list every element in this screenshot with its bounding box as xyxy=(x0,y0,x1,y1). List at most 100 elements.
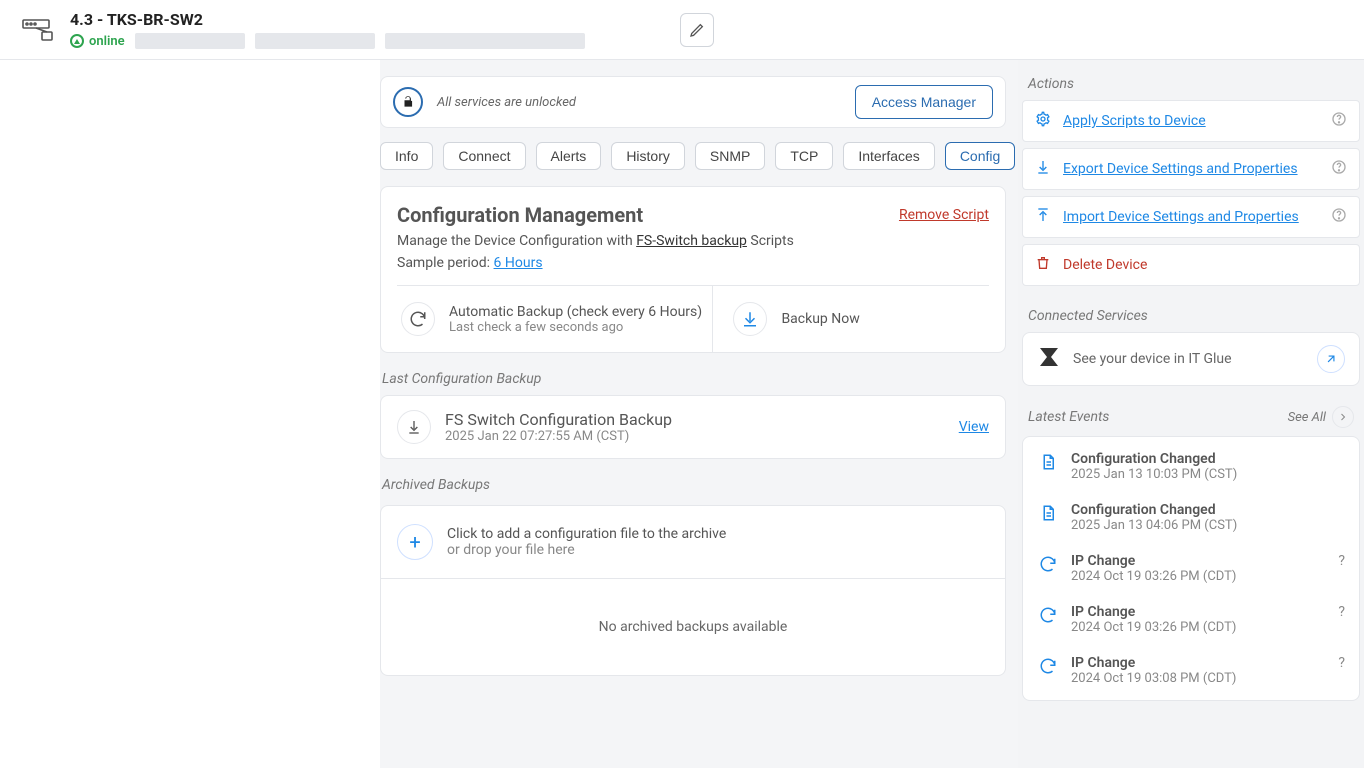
delete-device-button[interactable]: Delete Device xyxy=(1022,244,1360,286)
pencil-icon xyxy=(689,22,705,38)
remove-script-link[interactable]: Remove Script xyxy=(899,207,989,223)
backup-now-label: Backup Now xyxy=(781,311,859,327)
services-unlock-bar: All services are unlocked Access Manager xyxy=(380,76,1006,128)
redacted-field xyxy=(135,33,245,49)
question-icon[interactable]: ? xyxy=(1338,553,1345,569)
help-icon[interactable] xyxy=(1331,159,1347,179)
online-status-label: online xyxy=(89,34,125,49)
event-item[interactable]: IP Change2024 Oct 19 03:26 PM (CDT)? xyxy=(1023,543,1359,594)
document-icon xyxy=(1037,502,1059,524)
action-label: Delete Device xyxy=(1063,257,1147,273)
tab-config[interactable]: Config xyxy=(945,142,1015,170)
config-title: Configuration Management xyxy=(397,203,643,227)
device-title: 4.3 - TKS-BR-SW2 xyxy=(70,10,585,29)
see-all-events-link[interactable]: See All xyxy=(1288,410,1326,425)
actions-list: Apply Scripts to Device Export Device Set… xyxy=(1020,100,1362,286)
tab-bar: Info Connect Alerts History SNMP TCP Interface… xyxy=(380,142,1006,170)
upload-icon xyxy=(1035,207,1053,227)
redacted-field xyxy=(385,33,585,49)
event-item[interactable]: Configuration Changed2025 Jan 13 04:06 P… xyxy=(1023,492,1359,543)
action-label: Import Device Settings and Properties xyxy=(1063,209,1299,225)
main-column: All services are unlocked Access Manager… xyxy=(380,60,1018,768)
event-time: 2024 Oct 19 03:08 PM (CDT) xyxy=(1071,671,1236,686)
sample-period-label: Sample period: xyxy=(397,255,494,271)
event-title: IP Change xyxy=(1071,655,1236,671)
last-backup-heading: Last Configuration Backup xyxy=(382,371,1006,387)
tab-interfaces[interactable]: Interfaces xyxy=(843,142,934,170)
events-list: Configuration Changed2025 Jan 13 10:03 P… xyxy=(1022,436,1360,701)
itglue-text: See your device in IT Glue xyxy=(1073,351,1232,367)
online-status-badge: online xyxy=(70,34,125,49)
action-apply-scripts-to-device[interactable]: Apply Scripts to Device xyxy=(1022,100,1360,142)
config-subtitle: Manage the Device Configuration with FS-… xyxy=(397,233,989,249)
right-column: Actions Apply Scripts to Device Export De… xyxy=(1018,60,1364,768)
event-time: 2024 Oct 19 03:26 PM (CDT) xyxy=(1071,620,1236,635)
access-manager-button[interactable]: Access Manager xyxy=(855,85,993,119)
document-icon xyxy=(1037,451,1059,473)
tab-tcp[interactable]: TCP xyxy=(775,142,833,170)
event-title: Configuration Changed xyxy=(1071,451,1237,467)
actions-heading: Actions xyxy=(1028,76,1362,92)
sample-period-value[interactable]: 6 Hours xyxy=(494,255,543,271)
action-import-device-settings-and-properties[interactable]: Import Device Settings and Properties xyxy=(1022,196,1360,238)
tab-history[interactable]: History xyxy=(611,142,685,170)
chevron-right-icon[interactable] xyxy=(1332,406,1354,428)
dropzone-line2: or drop your file here xyxy=(447,542,726,558)
edit-device-button[interactable] xyxy=(680,13,714,47)
dropzone-line1: Click to add a configuration file to the… xyxy=(447,526,726,542)
auto-backup-title: Automatic Backup (check every 6 Hours) xyxy=(449,304,702,320)
last-backup-title: FS Switch Configuration Backup xyxy=(445,410,672,429)
archived-empty-state: No archived backups available xyxy=(380,579,1006,676)
tab-info[interactable]: Info xyxy=(380,142,433,170)
configuration-management-card: Configuration Management Remove Script M… xyxy=(380,186,1006,353)
last-backup-time: 2025 Jan 22 07:27:55 AM (CST) xyxy=(445,429,672,444)
question-icon[interactable]: ? xyxy=(1338,604,1345,620)
help-icon[interactable] xyxy=(1331,207,1347,227)
event-title: IP Change xyxy=(1071,604,1236,620)
tab-alerts[interactable]: Alerts xyxy=(536,142,602,170)
tab-snmp[interactable]: SNMP xyxy=(695,142,765,170)
auto-backup-subtitle: Last check a few seconds ago xyxy=(449,320,702,335)
event-item[interactable]: IP Change2024 Oct 19 03:26 PM (CDT)? xyxy=(1023,594,1359,645)
trash-icon xyxy=(1035,255,1053,275)
event-item[interactable]: Configuration Changed2025 Jan 13 10:03 P… xyxy=(1023,441,1359,492)
view-backup-link[interactable]: View xyxy=(959,419,989,435)
event-title: Configuration Changed xyxy=(1071,502,1237,518)
connected-services-heading: Connected Services xyxy=(1028,308,1362,324)
tab-connect[interactable]: Connect xyxy=(443,142,525,170)
last-backup-item: FS Switch Configuration Backup 2025 Jan … xyxy=(380,395,1006,459)
events-heading: Latest Events xyxy=(1028,409,1109,425)
arrow-up-right-icon xyxy=(1317,345,1345,373)
question-icon[interactable]: ? xyxy=(1338,655,1345,671)
archive-dropzone[interactable]: + Click to add a configuration file to t… xyxy=(380,505,1006,579)
plus-icon: + xyxy=(397,524,433,560)
itglue-link-card[interactable]: See your device in IT Glue xyxy=(1022,332,1360,386)
online-status-icon xyxy=(70,34,84,48)
action-label: Apply Scripts to Device xyxy=(1063,113,1206,129)
unlock-icon xyxy=(393,87,423,117)
sync-icon xyxy=(1037,604,1059,626)
sample-period: Sample period: 6 Hours xyxy=(397,255,989,271)
app-header: 4.3 - TKS-BR-SW2 online xyxy=(0,0,1364,60)
automatic-backup-cell: Automatic Backup (check every 6 Hours) L… xyxy=(397,286,712,352)
event-time: 2025 Jan 13 04:06 PM (CST) xyxy=(1071,518,1237,533)
config-subtitle-suffix: Scripts xyxy=(747,233,794,249)
itglue-logo-icon xyxy=(1037,345,1061,373)
download-icon[interactable] xyxy=(397,410,431,444)
event-item[interactable]: IP Change2024 Oct 19 03:08 PM (CDT)? xyxy=(1023,645,1359,696)
switch-device-icon xyxy=(20,12,56,48)
archived-heading: Archived Backups xyxy=(382,477,1006,493)
action-export-device-settings-and-properties[interactable]: Export Device Settings and Properties xyxy=(1022,148,1360,190)
sync-icon xyxy=(401,302,435,336)
config-subtitle-prefix: Manage the Device Configuration with xyxy=(397,233,636,249)
left-gutter xyxy=(0,60,380,768)
backup-now-button[interactable]: Backup Now xyxy=(712,286,989,352)
help-icon[interactable] xyxy=(1331,111,1347,131)
sync-icon xyxy=(1037,655,1059,677)
gear-icon xyxy=(1035,111,1053,131)
sync-icon xyxy=(1037,553,1059,575)
event-time: 2024 Oct 19 03:26 PM (CDT) xyxy=(1071,569,1236,584)
script-name-link[interactable]: FS-Switch backup xyxy=(636,233,747,249)
unlock-text: All services are unlocked xyxy=(437,95,576,110)
action-label: Export Device Settings and Properties xyxy=(1063,161,1298,177)
